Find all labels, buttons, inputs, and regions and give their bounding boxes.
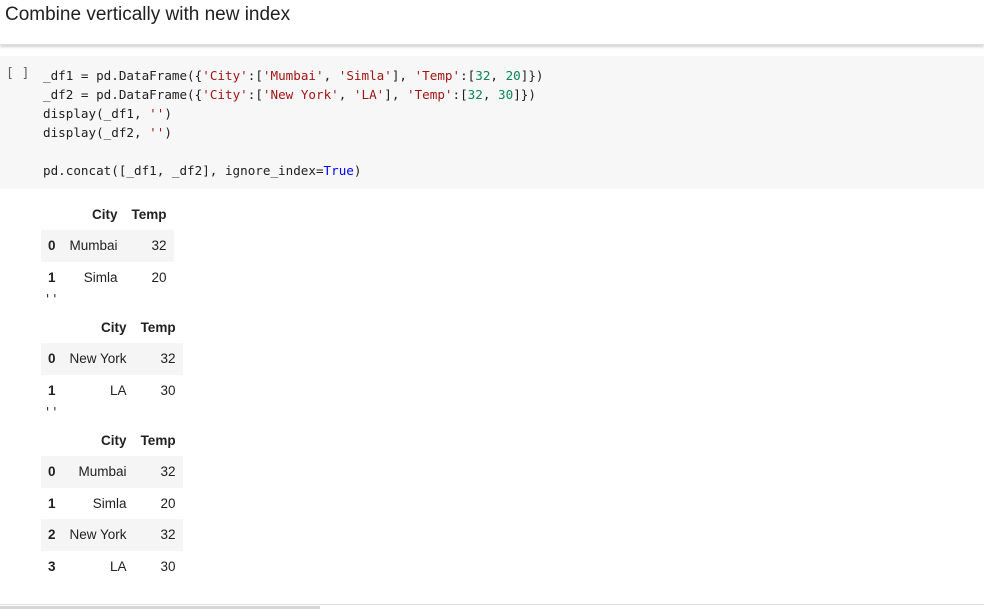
code-token: ]}) [513,87,536,102]
row-index: 1 [48,495,56,511]
code-line: _df1 = pd.DataFrame({'City':['Mumbai', '… [43,66,544,85]
code-token: 32 [467,87,483,102]
table-cell: 30 [160,382,176,398]
dataframe-table: City Temp 0 Mumbai 32 1 Simla 20 [41,198,174,293]
code-token: ], [384,87,407,102]
code-line: display(_df1, '') [43,104,544,123]
code-token: pd.concat([_df1, _df2], ignore_index= [43,163,324,178]
code-token: ], [391,68,415,83]
table-row: 0 Mumbai 32 [41,456,183,488]
code-editor[interactable]: _df1 = pd.DataFrame({'City':['Mumbai', '… [43,66,544,180]
table-cell: Mumbai [69,238,118,254]
dataframe-table: City Temp 0 Mumbai 32 1 Simla 20 2 New York 32 3 LA 3… [41,424,183,582]
index-header [41,311,63,343]
row-index: 3 [48,558,56,574]
code-token: display(_df2, [43,125,150,140]
index-header [41,198,63,230]
code-token: , [323,68,339,83]
table-row: 3 LA 30 [41,551,183,583]
code-token: '' [149,106,165,121]
table-row: 2 New York 32 [41,519,183,551]
column-header: City [101,432,127,448]
code-token: ) [164,106,172,121]
table-cell: New York [69,351,127,367]
table-row: 1 Simla 20 [41,262,174,294]
code-token: _df1 = pd.DataFrame({ [43,68,203,83]
table-row: 0 Mumbai 32 [41,230,174,262]
code-token: :[ [247,68,263,83]
table-cell: 32 [151,238,167,254]
code-token: _df2 = pd.DataFrame({ [43,87,203,102]
row-index: 0 [48,351,56,367]
code-token: , [482,87,499,102]
column-header: Temp [140,432,176,448]
code-line: pd.concat([_df1, _df2], ignore_index=Tru… [43,161,544,180]
column-header: City [101,319,127,335]
code-token: 30 [498,87,514,102]
code-token: ) [164,125,172,140]
row-index: 2 [48,527,56,543]
code-line: display(_df2, '') [43,123,544,142]
column-header: City [92,206,118,222]
code-token: 'LA' [353,87,385,102]
table-cell: 32 [160,527,176,543]
code-token: :[ [460,68,476,83]
table-cell: New York [69,527,127,543]
code-token: 'City' [202,87,248,102]
table-cell: 20 [160,495,176,511]
code-token: 'City' [202,68,248,83]
table-cell: 32 [160,351,176,367]
code-token: , [490,68,506,83]
dataframe-table: City Temp 0 New York 32 1 LA 30 [41,311,183,406]
code-token: 32 [475,68,491,83]
code-token: display(_df1, [43,106,150,121]
table-cell: 20 [151,269,167,285]
table-cell: 32 [160,464,176,480]
table-row: 0 New York 32 [41,343,183,375]
cell-output: City Temp 0 Mumbai 32 1 Simla 20 '' City Temp 0 Ne… [0,190,984,604]
table-cell: Mumbai [78,464,127,480]
table-row: 1 Simla 20 [41,488,183,520]
code-token: True [323,163,354,178]
code-token: 'Temp' [407,87,453,102]
code-token: 'Mumbai' [262,68,324,83]
table-cell: LA [110,558,127,574]
table-cell: LA [110,382,127,398]
table-cell: Simla [92,495,127,511]
code-token: 'New York' [262,87,339,102]
code-line: _df2 = pd.DataFrame({'City':['New York',… [43,85,544,104]
code-token: 'Simla' [338,68,392,83]
display-separator: '' [44,405,59,419]
code-token: '' [149,125,165,140]
table-row: 1 LA 30 [41,375,183,407]
code-token: :[ [452,87,468,102]
column-header: Temp [140,319,176,335]
row-index: 1 [48,269,56,285]
markdown-cell[interactable]: Combine vertically with new index [0,0,984,45]
code-token: 20 [505,68,521,83]
section-heading: Combine vertically with new index [5,4,291,25]
code-cell[interactable]: [ ] _df1 = pd.DataFrame({'City':['Mumbai… [0,56,984,189]
run-cell-button[interactable]: [ ] [6,66,29,81]
cell-divider [0,604,984,605]
table-cell: Simla [83,269,118,285]
table-cell: 30 [160,558,176,574]
index-header [41,424,63,456]
code-token: ) [353,163,362,178]
code-token: 'Temp' [414,68,461,83]
row-index: 0 [48,238,56,254]
code-token: :[ [247,87,263,102]
row-index: 1 [48,382,56,398]
code-token: , [338,87,354,102]
column-header: Temp [131,206,167,222]
display-separator: '' [44,292,59,306]
row-index: 0 [48,464,56,480]
code-token: ]}) [520,68,544,83]
